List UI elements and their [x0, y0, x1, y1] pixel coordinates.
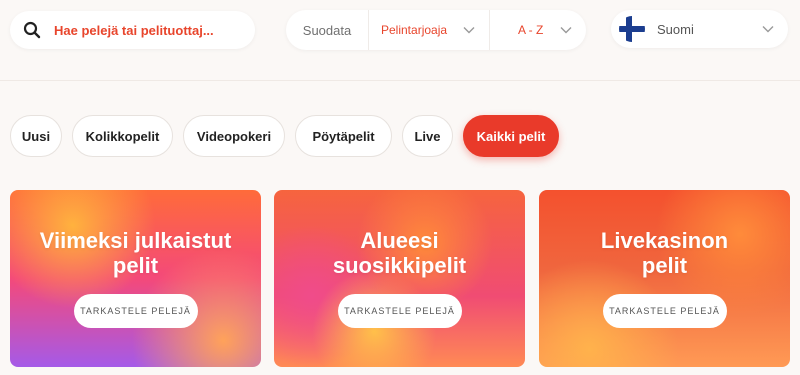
- header-divider: [0, 80, 800, 81]
- promo-card-latest-games[interactable]: Viimeksi julkaistut pelit TARKASTELE PEL…: [10, 190, 261, 367]
- provider-dropdown-label: Pelintarjoaja: [381, 23, 448, 37]
- top-bar: Suodata Pelintarjoaja A - Z Suomi: [0, 0, 800, 80]
- search-box[interactable]: [10, 11, 255, 49]
- tab-poytapelit[interactable]: Pöytäpelit: [295, 115, 392, 157]
- provider-dropdown[interactable]: Pelintarjoaja: [369, 23, 489, 37]
- language-selector[interactable]: Suomi: [611, 10, 788, 48]
- card-title: Alueesi suosikkipelit: [332, 228, 467, 278]
- card-title: Livekasinon pelit: [600, 228, 729, 278]
- tab-live[interactable]: Live: [402, 115, 453, 157]
- view-games-button[interactable]: TARKASTELE PELEJÄ: [73, 294, 198, 328]
- search-icon[interactable]: [10, 11, 54, 49]
- sort-dropdown-label: A - Z: [518, 23, 544, 37]
- view-games-button[interactable]: TARKASTELE PELEJÄ: [602, 294, 727, 328]
- search-input[interactable]: [54, 22, 244, 38]
- tab-uusi[interactable]: Uusi: [10, 115, 62, 157]
- promo-card-regional-favorites[interactable]: Alueesi suosikkipelit TARKASTELE PELEJÄ: [274, 190, 525, 367]
- filter-bar: Suodata Pelintarjoaja A - Z: [286, 10, 586, 50]
- tab-kolikkopelit[interactable]: Kolikkopelit: [72, 115, 173, 157]
- view-games-button[interactable]: TARKASTELE PELEJÄ: [337, 294, 462, 328]
- chevron-down-icon: [560, 23, 572, 37]
- category-tabs: Uusi Kolikkopelit Videopokeri Pöytäpelit…: [10, 115, 569, 157]
- chevron-down-icon: [762, 20, 774, 38]
- finland-flag-icon: [619, 16, 645, 42]
- sort-dropdown[interactable]: A - Z: [490, 23, 586, 37]
- tab-kaikki-pelit[interactable]: Kaikki pelit: [463, 115, 559, 157]
- card-title: Viimeksi julkaistut pelit: [39, 228, 232, 278]
- tab-videopokeri[interactable]: Videopokeri: [183, 115, 285, 157]
- filter-label: Suodata: [302, 22, 352, 38]
- language-label: Suomi: [657, 21, 694, 37]
- promo-card-live-casino[interactable]: Livekasinon pelit TARKASTELE PELEJÄ: [539, 190, 790, 367]
- chevron-down-icon: [463, 23, 475, 37]
